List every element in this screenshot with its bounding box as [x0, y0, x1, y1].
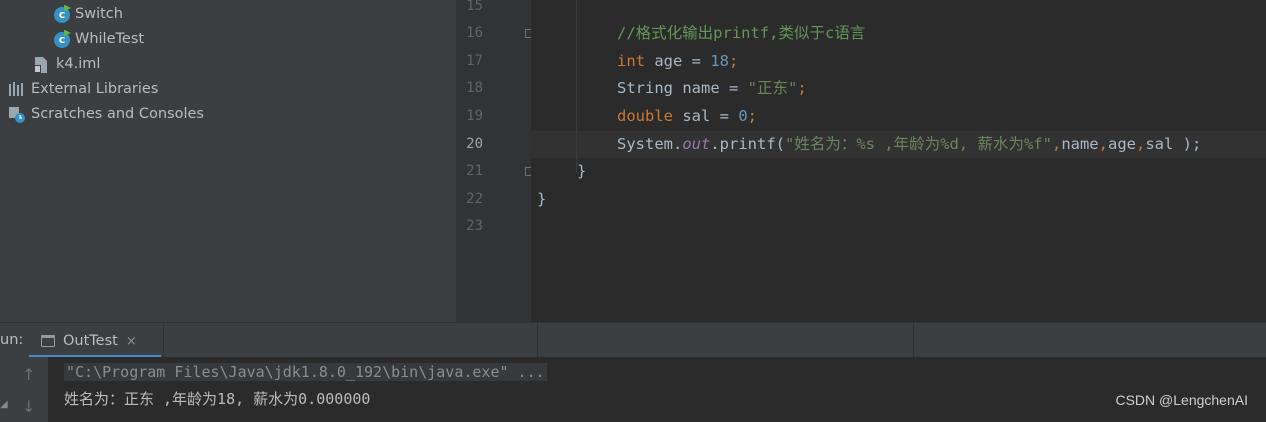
code-line-22: }	[537, 190, 547, 208]
tree-item-k4-iml[interactable]: k4.iml	[33, 52, 100, 77]
libraries-icon	[8, 81, 26, 99]
number-literal: 0	[738, 107, 748, 125]
module-file-icon	[33, 56, 51, 74]
code-text: name	[1061, 135, 1099, 153]
tree-item-label: External Libraries	[31, 81, 159, 97]
console-output[interactable]: "C:\Program Files\Java\jdk1.8.0_192\bin\…	[48, 357, 1266, 422]
code-text: sal =	[673, 107, 739, 125]
code-text: System.	[617, 135, 683, 153]
code-text: sal	[1145, 135, 1183, 153]
tree-item-label: WhileTest	[75, 31, 145, 47]
down-arrow-icon[interactable]: ↓	[22, 397, 35, 416]
tree-item-external-libraries[interactable]: External Libraries	[8, 77, 158, 102]
console-command-line: "C:\Program Files\Java\jdk1.8.0_192\bin\…	[64, 363, 547, 381]
tree-item-scratches[interactable]: Scratches and Consoles	[8, 102, 204, 127]
divider	[913, 323, 914, 357]
line-number: 21	[466, 163, 483, 179]
scratches-icon	[8, 106, 26, 124]
string-literal: "正东"	[747, 79, 798, 97]
code-line-20: System.out.printf("姓名为：%s ,年龄为%d, 薪水为%f"…	[617, 131, 1201, 158]
divider	[537, 323, 538, 357]
code-text: age =	[645, 52, 711, 70]
divider	[163, 323, 164, 357]
code-editor[interactable]: //格式化输出printf,类似于c语言 int age = 18; Strin…	[531, 0, 1266, 322]
tree-item-switch[interactable]: c Switch	[54, 2, 123, 27]
run-panel-header: un: OutTest ×	[0, 322, 1266, 358]
line-number: 16	[466, 25, 483, 41]
run-toolbar: ↑ ↓ ◢	[0, 357, 48, 422]
code-line-19: double sal = 0;	[617, 103, 757, 130]
editor-gutter: 15 16 17 18 19 20 21 22 23	[456, 0, 534, 322]
watermark: CSDN @LengchenAI	[1115, 392, 1248, 408]
comma: ,	[1098, 135, 1108, 153]
run-tab-label: OutTest	[63, 333, 118, 349]
code-line-17: int age = 18;	[617, 48, 738, 75]
tree-item-whiletest[interactable]: c WhileTest	[54, 27, 144, 52]
java-class-icon: c	[54, 6, 70, 23]
comma: ,	[1135, 135, 1146, 153]
line-number: 15	[466, 0, 483, 14]
line-number: 22	[466, 191, 483, 207]
up-arrow-icon[interactable]: ↑	[22, 365, 35, 384]
tree-item-label: Scratches and Consoles	[31, 106, 204, 122]
line-number: 23	[466, 218, 483, 234]
code-comment: //格式化输出printf,类似于c语言	[617, 24, 866, 42]
tree-item-label: k4.iml	[56, 56, 101, 72]
string-literal: "姓名为：%s ,年龄为%d, 薪水为%f"	[784, 135, 1052, 153]
code-text: .printf(	[710, 135, 785, 153]
run-tab-outtest[interactable]: OutTest ×	[29, 327, 161, 358]
code-line-16: //格式化输出printf,类似于c语言	[617, 20, 865, 47]
static-field: out	[682, 135, 711, 153]
code-line-18: String name = "正东";	[617, 75, 807, 102]
tree-item-label: Switch	[75, 6, 123, 22]
run-panel-label: un:	[0, 332, 24, 348]
line-number: 19	[466, 108, 483, 124]
close-icon[interactable]: ×	[126, 334, 137, 349]
java-class-icon: c	[54, 31, 70, 48]
semicolon: ;	[729, 52, 739, 70]
line-number-current: 20	[466, 136, 483, 152]
keyword: double	[617, 107, 673, 125]
code-line-21: }	[577, 162, 587, 180]
semicolon: ;	[747, 107, 758, 125]
line-number: 18	[466, 80, 483, 96]
chevron-icon[interactable]: ◢	[0, 399, 8, 410]
code-text: age	[1107, 135, 1136, 153]
number-literal: 18	[710, 52, 729, 70]
indent-guide	[576, 0, 577, 172]
line-number: 17	[466, 53, 483, 69]
comma: ,	[1051, 135, 1062, 153]
console-output-line: 姓名为：正东 ,年龄为18, 薪水为0.000000	[64, 390, 371, 408]
project-tree-panel: c Switch c WhileTest k4.iml External Lib…	[0, 0, 456, 322]
console-icon	[41, 335, 55, 347]
semicolon: ;	[797, 79, 807, 97]
code-text: String name =	[617, 79, 748, 97]
keyword: int	[617, 52, 645, 70]
code-text: );	[1182, 135, 1202, 153]
